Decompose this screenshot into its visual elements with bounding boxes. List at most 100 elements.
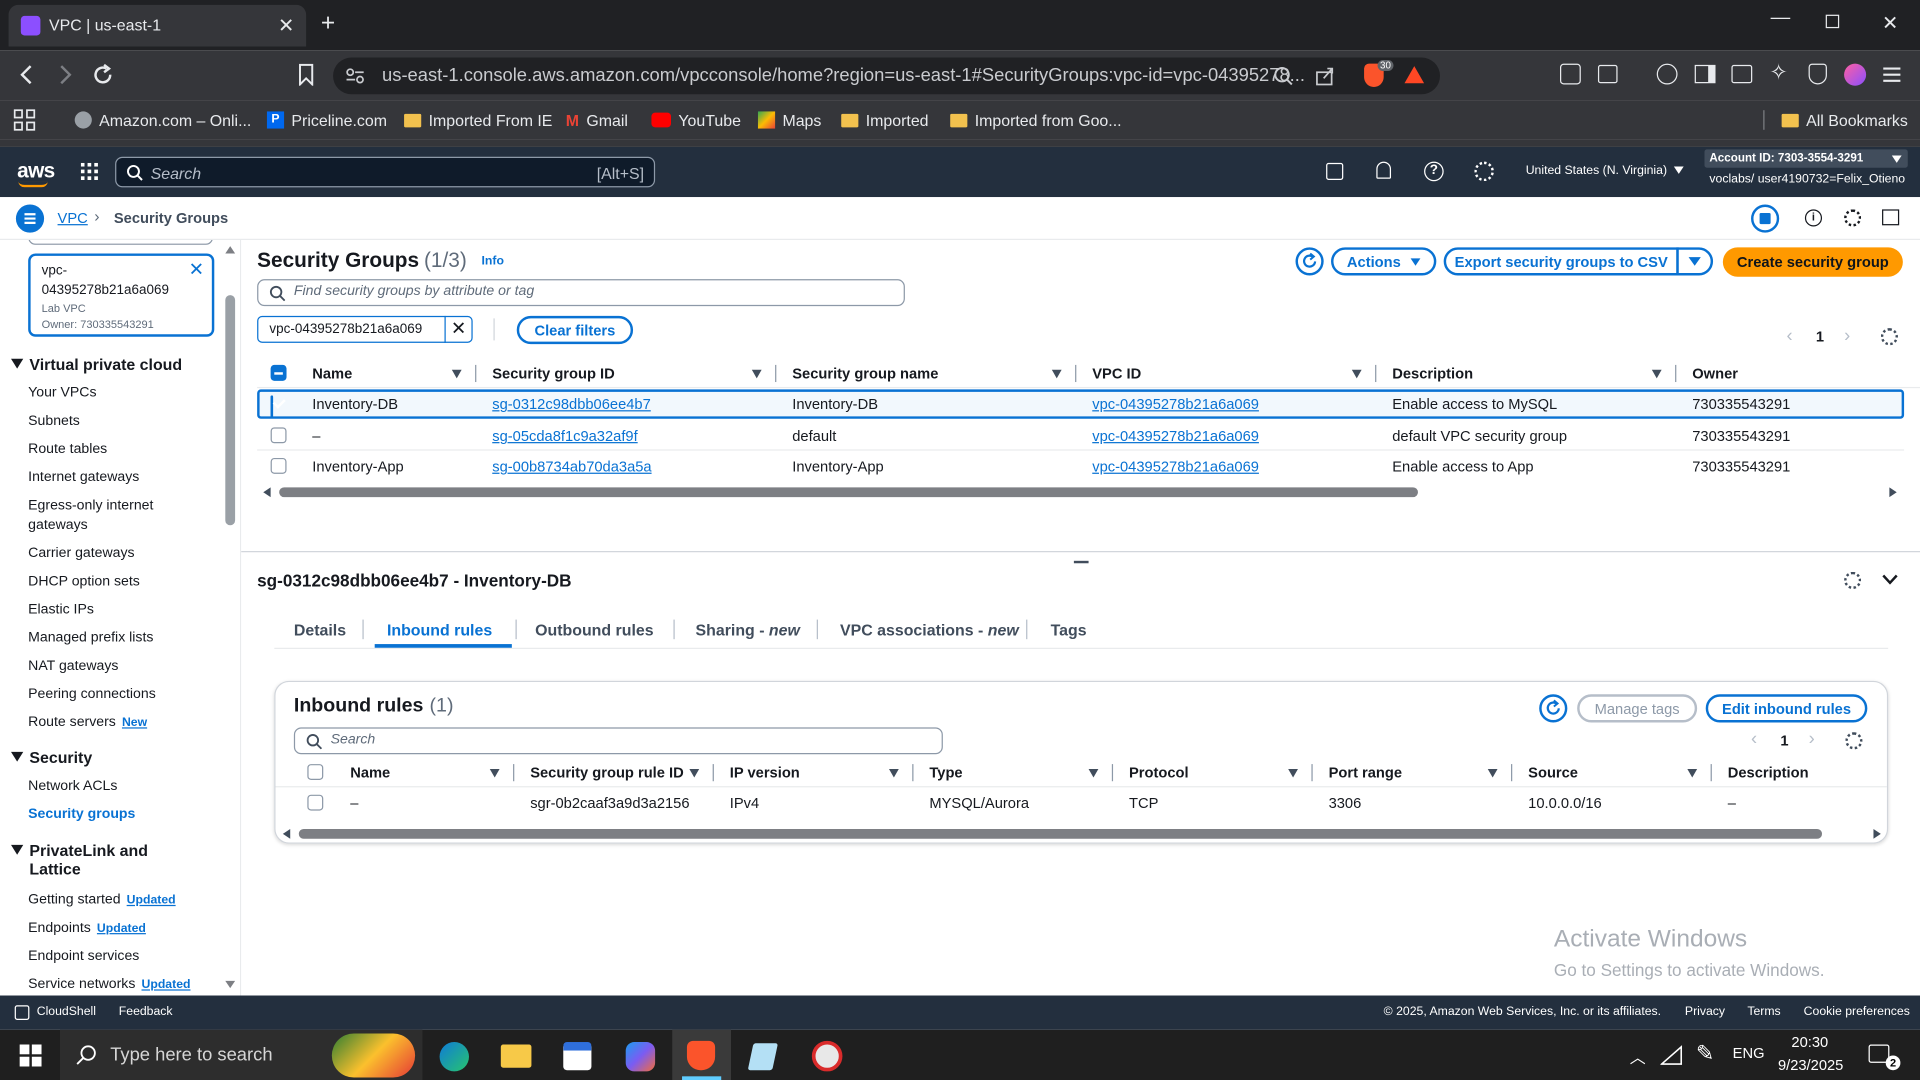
sidebar-item-route-tables[interactable]: Route tables	[28, 440, 107, 460]
bookmark-imported-ie[interactable]: Imported From IE	[404, 100, 552, 139]
sidebar-filter-dropdown[interactable]	[28, 240, 214, 245]
tab-outbound-rules[interactable]: Outbound rules	[535, 612, 654, 646]
services-grid-icon[interactable]	[80, 162, 98, 181]
section-security[interactable]: Security	[11, 748, 92, 767]
sort-icon[interactable]	[1351, 369, 1362, 379]
section-privatelink[interactable]: PrivateLink and Lattice	[11, 841, 158, 878]
sidebar-item-carrier-gateways[interactable]: Carrier gateways	[28, 544, 134, 564]
bookmark-priceline[interactable]: P Priceline.com	[266, 100, 387, 139]
apps-grid-icon[interactable]	[13, 109, 36, 131]
export-csv-button[interactable]: Export security groups to CSV	[1443, 247, 1679, 276]
sidebar-item-dhcp-option-sets[interactable]: DHCP option sets	[28, 572, 140, 592]
col-sg-id[interactable]: Security group ID	[492, 359, 614, 388]
tab-close-icon[interactable]: ✕	[278, 13, 294, 37]
edge-icon[interactable]	[439, 1042, 469, 1072]
help-icon[interactable]: ?	[1424, 161, 1444, 182]
sidebar-item-endpoints[interactable]: Endpoints Updated	[28, 918, 146, 939]
col-sg-name[interactable]: Security group name	[792, 359, 938, 388]
table-scroll-thumb[interactable]	[279, 487, 1418, 498]
settings-gear-icon[interactable]	[1474, 161, 1494, 182]
info-panel-icon[interactable]: i	[1804, 209, 1823, 227]
maximize-icon[interactable]	[1825, 14, 1840, 29]
page-number[interactable]: 1	[1816, 328, 1824, 345]
col-rule-id[interactable]: Security group rule ID	[530, 758, 684, 787]
row-checkbox[interactable]	[270, 427, 287, 444]
tab-details[interactable]: Details	[294, 612, 346, 646]
rules-scroll-left-icon[interactable]	[282, 828, 291, 839]
sidebar-item-endpoint-services[interactable]: Endpoint services	[28, 947, 139, 967]
account-id-box[interactable]: Account ID: 7303-3554-3291	[1704, 149, 1908, 168]
sort-icon[interactable]	[1088, 768, 1099, 778]
collapse-panel-icon[interactable]	[1882, 574, 1898, 585]
sidebar-item-network-acls[interactable]: Network ACLs	[28, 776, 117, 796]
split-panel-icon[interactable]	[1751, 204, 1780, 233]
snipping-tool-icon[interactable]	[811, 1040, 843, 1072]
cloudshell-icon[interactable]	[1326, 162, 1344, 181]
sidebar-item-security-groups[interactable]: Security groups	[28, 804, 135, 824]
tray-overflow-icon[interactable]: ︿	[1630, 1044, 1646, 1067]
col-rule-description[interactable]: Description	[1728, 758, 1809, 787]
sidebar-item-route-servers[interactable]: Route servers New	[28, 713, 147, 734]
rules-refresh-icon[interactable]	[1539, 694, 1568, 723]
scroll-up-icon[interactable]	[225, 246, 236, 254]
language-indicator[interactable]: ENG	[1733, 1044, 1765, 1061]
notepad-icon[interactable]	[747, 1043, 778, 1071]
tab-sharing[interactable]: Sharing - new	[696, 612, 800, 646]
windows-start-icon[interactable]	[19, 1044, 42, 1067]
bookmark-all[interactable]: All Bookmarks	[1781, 100, 1908, 139]
sidebar-toggle-icon[interactable]	[1694, 64, 1716, 84]
sort-icon[interactable]	[1487, 768, 1498, 778]
brave-rewards-icon[interactable]	[1404, 66, 1425, 84]
scroll-down-icon[interactable]	[225, 980, 236, 989]
table-row[interactable]: Inventory-App sg-00b8734ab70da3a5a Inven…	[257, 452, 1904, 481]
preferences-icon[interactable]	[1844, 209, 1862, 227]
footer-cookies-link[interactable]: Cookie preferences	[1804, 1005, 1910, 1018]
col-vpc-id[interactable]: VPC ID	[1092, 359, 1141, 388]
tab-vpc-associations[interactable]: VPC associations - new	[840, 612, 1019, 646]
col-port-range[interactable]: Port range	[1329, 758, 1402, 787]
sort-icon[interactable]	[451, 369, 462, 379]
row-checkbox[interactable]	[270, 457, 287, 474]
sort-icon[interactable]	[751, 369, 762, 379]
detail-settings-icon[interactable]	[1844, 571, 1862, 589]
sidebar-item-nat-gateways[interactable]: NAT gateways	[28, 656, 118, 676]
rules-scroll-thumb[interactable]	[298, 828, 1823, 839]
col-rule-name[interactable]: Name	[350, 758, 390, 787]
sidebar-scroll-thumb[interactable]	[225, 295, 236, 526]
sidebar-item-your-vpcs[interactable]: Your VPCs	[28, 383, 96, 403]
clear-filters-button[interactable]: Clear filters	[516, 315, 634, 345]
sidebar-item-internet-gateways[interactable]: Internet gateways	[28, 468, 139, 488]
next-page-icon[interactable]: ›	[1844, 326, 1850, 347]
col-owner[interactable]: Owner	[1692, 359, 1738, 388]
zoom-icon[interactable]	[1273, 66, 1293, 86]
pen-icon[interactable]: ✎	[1696, 1041, 1714, 1067]
row-checkbox[interactable]	[270, 395, 274, 418]
col-description[interactable]: Description	[1392, 359, 1473, 388]
table-row[interactable]: – sg-05cda8f1c9a32af9f default vpc-04395…	[257, 421, 1905, 451]
export-options-button[interactable]	[1676, 247, 1714, 276]
select-all-checkbox[interactable]	[270, 364, 287, 381]
info-link[interactable]: Info	[482, 254, 504, 267]
sort-icon[interactable]	[489, 768, 500, 778]
sidebar-item-subnets[interactable]: Subnets	[28, 411, 80, 431]
table-row[interactable]: Inventory-DB sg-0312c98dbb06ee4b7 Invent…	[257, 389, 1905, 419]
sort-icon[interactable]	[888, 768, 899, 778]
col-protocol[interactable]: Protocol	[1129, 758, 1189, 787]
bookmark-imported[interactable]: Imported	[841, 100, 929, 139]
aws-search-input[interactable]: Search [Alt+S]	[115, 156, 656, 188]
refresh-icon[interactable]	[1295, 247, 1324, 276]
section-virtual-private-cloud[interactable]: Virtual private cloud	[11, 355, 182, 373]
footer-privacy-link[interactable]: Privacy	[1685, 1005, 1725, 1018]
tab-tags[interactable]: Tags	[1051, 612, 1087, 646]
manage-tags-button[interactable]: Manage tags	[1577, 694, 1698, 723]
site-info-icon[interactable]	[345, 67, 365, 84]
reload-icon[interactable]	[91, 62, 115, 86]
sort-icon[interactable]	[1288, 768, 1298, 778]
back-icon[interactable]	[17, 64, 37, 86]
rules-select-all-checkbox[interactable]	[307, 764, 324, 781]
sg-search-input[interactable]: Find security groups by attribute or tag	[257, 279, 905, 307]
edit-inbound-rules-button[interactable]: Edit inbound rules	[1705, 694, 1868, 723]
clear-vpc-filter-icon[interactable]: ✕	[189, 258, 204, 281]
side-nav-toggle-icon[interactable]	[15, 204, 45, 233]
sidebar-scrollbar[interactable]	[224, 244, 236, 993]
